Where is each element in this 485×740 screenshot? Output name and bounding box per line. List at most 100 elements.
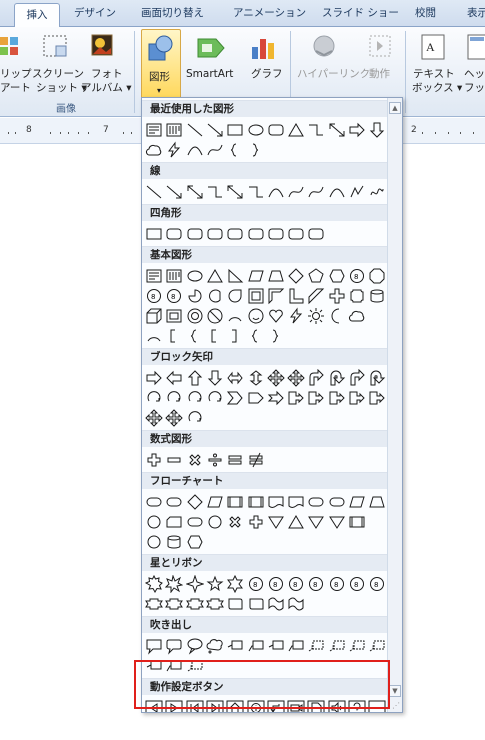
shape-mult-icon[interactable] [186, 451, 204, 469]
shape-co4-icon[interactable] [206, 637, 224, 655]
shape-curve-icon[interactable] [328, 183, 346, 201]
shape-bolt-icon[interactable] [165, 141, 183, 159]
shape-fproc-icon[interactable] [348, 513, 366, 531]
shape-diag-icon[interactable] [307, 287, 325, 305]
shape-seal-icon[interactable] [145, 575, 163, 593]
gallery-scrollbar[interactable]: ▲ ▼ [387, 98, 402, 712]
shape-fdata-icon[interactable] [206, 493, 224, 511]
shape-num-icon[interactable]: 8 [145, 287, 163, 305]
shape-can-icon[interactable] [165, 533, 183, 551]
shape-rrect-icon[interactable] [267, 121, 285, 139]
shape-callarr-icon[interactable] [307, 389, 325, 407]
shape-scurve-icon[interactable] [287, 183, 305, 201]
shape-cloud-icon[interactable] [348, 307, 366, 325]
shape-larr-icon[interactable] [165, 369, 183, 387]
scroll-down-arrow-icon[interactable]: ▼ [389, 685, 401, 697]
photo-album-icon[interactable] [88, 33, 116, 61]
shape-star4-icon[interactable] [185, 575, 204, 593]
shape-callarr-icon[interactable] [348, 389, 366, 407]
shape-vtext-icon[interactable] [165, 121, 183, 139]
shape-lshape-icon[interactable] [287, 287, 305, 305]
shape-line-icon[interactable] [186, 121, 204, 139]
shape-circle-icon[interactable] [145, 513, 163, 531]
shape-co7-icon[interactable] [328, 637, 346, 655]
shape-rarr-icon[interactable] [145, 369, 163, 387]
shape-donut-icon[interactable] [186, 307, 204, 325]
shape-fterm-icon[interactable] [145, 493, 163, 511]
shape-minus-icon[interactable] [165, 451, 183, 469]
shape-halfframe-icon[interactable] [267, 287, 285, 305]
shape-fterm-icon[interactable] [307, 493, 325, 511]
tab-design[interactable]: デザイン [74, 5, 116, 20]
shape-trap-icon[interactable] [368, 493, 386, 511]
shape-tri-icon[interactable] [287, 513, 305, 531]
shape-brace1-icon[interactable] [186, 327, 204, 345]
shape-scroll-icon[interactable] [226, 595, 244, 613]
shape-fcard-icon[interactable] [165, 513, 183, 531]
shape-diamond-icon[interactable] [186, 493, 204, 511]
shape-rrect-icon[interactable] [287, 225, 305, 243]
shape-vtext-icon[interactable] [165, 267, 183, 285]
shape-num-icon[interactable]: 8 [348, 267, 366, 285]
shape-wave-icon[interactable] [267, 595, 285, 613]
shape-num-icon[interactable]: 8 [165, 287, 183, 305]
smartart-icon[interactable] [196, 35, 226, 61]
shape-lrarr-icon[interactable] [226, 369, 244, 387]
shape-smile-icon[interactable] [247, 307, 265, 325]
shape-rarr-icon[interactable] [348, 121, 366, 139]
shape-oval-icon[interactable] [247, 121, 265, 139]
shape-trap-icon[interactable] [267, 267, 285, 285]
shape-brace1-icon[interactable] [247, 327, 265, 345]
shape-moon-icon[interactable] [328, 307, 346, 325]
shape-rrect-icon[interactable] [247, 225, 265, 243]
shape-diamond-icon[interactable] [287, 267, 305, 285]
tab-animations[interactable]: アニメーション [233, 5, 306, 20]
shape-chev-icon[interactable] [226, 389, 244, 407]
shape-ribbon-icon[interactable] [205, 595, 224, 613]
shape-uturn-icon[interactable] [368, 369, 386, 387]
shape-fmerge-icon[interactable] [267, 513, 285, 531]
shape-cube-icon[interactable] [145, 307, 163, 325]
shape-fdoc-icon[interactable] [287, 493, 305, 511]
shape-tri-icon[interactable] [287, 121, 305, 139]
shape-rrect-icon[interactable] [226, 225, 244, 243]
shape-num-icon[interactable]: 8 [348, 575, 366, 593]
shape-hex-icon[interactable] [328, 267, 346, 285]
shape-curve-icon[interactable] [186, 141, 204, 159]
shape-circarr-icon[interactable] [186, 409, 204, 427]
shape-fproc-icon[interactable] [247, 493, 265, 511]
shape-pent-icon[interactable] [307, 267, 325, 285]
header-footer-icon[interactable] [466, 33, 485, 61]
shape-callarr-icon[interactable] [287, 389, 305, 407]
shape-rrect-icon[interactable] [307, 225, 325, 243]
shape-heart-icon[interactable] [267, 307, 285, 325]
shape-sun-icon[interactable] [307, 307, 325, 325]
shape-co6-icon[interactable] [247, 637, 265, 655]
tab-view[interactable]: 表示 [467, 5, 485, 20]
shape-ribbon-icon[interactable] [145, 595, 163, 613]
shape-oct-icon[interactable] [368, 267, 386, 285]
shape-quad-icon[interactable] [287, 369, 305, 387]
shape-fterm-icon[interactable] [186, 513, 204, 531]
shape-nosym-icon[interactable] [206, 307, 224, 325]
shape-quad-icon[interactable] [145, 409, 163, 427]
shape-co7-icon[interactable] [348, 637, 366, 655]
shape-plaque-icon[interactable] [348, 287, 366, 305]
shape-elbow-icon[interactable] [307, 121, 325, 139]
shape-bent-icon[interactable] [348, 369, 366, 387]
photo-album-label-2[interactable]: アルバム ▾ [81, 81, 132, 95]
shape-cloud-icon[interactable] [145, 141, 163, 159]
tab-slideshow[interactable]: スライド ショー [322, 5, 399, 20]
shape-neq-icon[interactable] [247, 451, 265, 469]
shape-scurve-icon[interactable] [206, 141, 224, 159]
shape-text-icon[interactable] [145, 267, 163, 285]
shape-num-icon[interactable]: 8 [287, 575, 305, 593]
shape-fmerge-icon[interactable] [328, 513, 346, 531]
shape-uturn-icon[interactable] [328, 369, 346, 387]
header-footer-label-2[interactable]: フッ [464, 81, 485, 95]
shape-notched-icon[interactable] [267, 389, 285, 407]
shape-oval-icon[interactable] [186, 267, 204, 285]
shape-arrowline-icon[interactable] [206, 121, 224, 139]
shape-rrect-icon[interactable] [267, 225, 285, 243]
shape-free-icon[interactable] [348, 183, 366, 201]
